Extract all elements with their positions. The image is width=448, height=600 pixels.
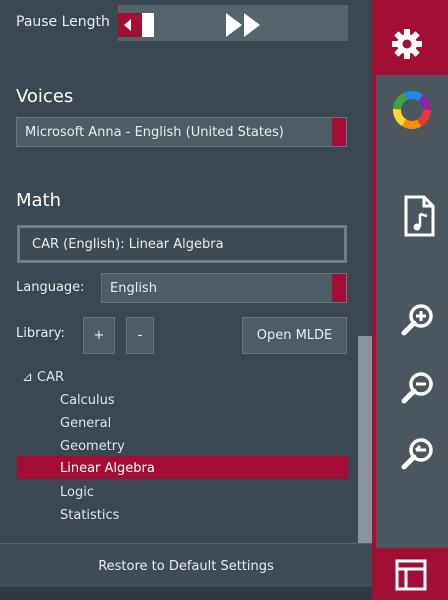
math-ruleset-value: CAR (English): Linear Algebra xyxy=(32,236,224,252)
library-label: Library: xyxy=(16,326,65,341)
right-toolbar xyxy=(376,0,448,600)
slider-handle[interactable] xyxy=(142,13,154,37)
pause-length-label: Pause Length xyxy=(16,14,110,30)
tree-item-calculus[interactable]: Calculus xyxy=(60,393,115,408)
math-title: Math xyxy=(16,190,62,211)
tree-item-statistics[interactable]: Statistics xyxy=(60,508,119,523)
scrollbar-track-upper xyxy=(358,0,372,336)
tree-root-car[interactable]: ⊿ CAR xyxy=(22,370,64,385)
triangle-left-icon xyxy=(124,19,131,31)
math-ruleset-field[interactable]: CAR (English): Linear Algebra xyxy=(17,225,347,263)
settings-scrollbar[interactable] xyxy=(358,0,372,600)
tree-item-geometry[interactable]: Geometry xyxy=(60,439,125,454)
save-audio-button[interactable] xyxy=(400,195,440,237)
language-label: Language: xyxy=(16,280,85,295)
settings-panel: Pause Length Voices Microsoft Anna - Eng… xyxy=(0,0,358,600)
zoom-in-icon xyxy=(401,304,433,336)
document-audio-icon xyxy=(404,195,435,237)
zoom-in-button[interactable] xyxy=(398,300,438,340)
zoom-reset-button[interactable] xyxy=(398,434,438,474)
zoom-reset-icon xyxy=(401,438,433,470)
restore-defaults-label: Restore to Default Settings xyxy=(98,558,274,574)
color-wheel-icon xyxy=(393,91,431,129)
slider-decrease-button[interactable] xyxy=(118,13,142,37)
zoom-out-button[interactable] xyxy=(398,368,438,408)
restore-defaults-button[interactable]: Restore to Default Settings xyxy=(0,543,372,588)
settings-tab[interactable] xyxy=(376,15,448,75)
language-select-dropdown-button[interactable] xyxy=(332,274,346,302)
voices-title: Voices xyxy=(16,86,74,107)
voice-select-dropdown-button[interactable] xyxy=(332,118,346,146)
library-add-button[interactable]: + xyxy=(83,317,115,354)
library-remove-button[interactable]: - xyxy=(126,317,154,354)
open-mlde-button[interactable]: Open MLDE xyxy=(242,317,347,354)
toolbar-top-strip xyxy=(376,0,448,15)
footer-strip xyxy=(0,587,372,600)
scrollbar-thumb[interactable] xyxy=(358,336,372,543)
gear-icon xyxy=(392,29,422,59)
language-select[interactable]: English xyxy=(101,273,347,303)
tree-item-logic[interactable]: Logic xyxy=(60,485,94,500)
tree-item-linear-algebra[interactable]: Linear Algebra xyxy=(60,461,155,476)
fast-forward-icon[interactable] xyxy=(222,10,272,40)
color-scheme-button[interactable] xyxy=(392,90,432,130)
layout-tab[interactable] xyxy=(376,548,448,600)
zoom-out-icon xyxy=(401,372,433,404)
tree-item-general[interactable]: General xyxy=(60,416,111,431)
voice-select[interactable]: Microsoft Anna - English (United States) xyxy=(16,117,347,147)
layout-icon xyxy=(395,559,427,591)
pause-length-slider[interactable] xyxy=(118,5,348,41)
language-select-value: English xyxy=(110,280,157,296)
voice-select-value: Microsoft Anna - English (United States) xyxy=(25,124,284,140)
